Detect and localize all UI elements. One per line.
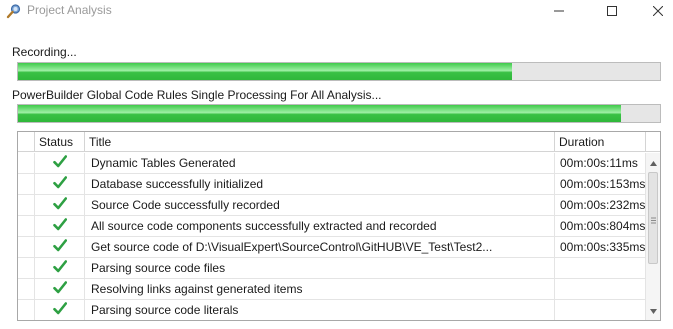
column-header-title[interactable]: Title [84,132,554,152]
table-body: Dynamic Tables Generated 00m:00s:11ms Data… [18,153,645,321]
row-gutter [18,174,34,195]
scrollbar-grip-icon [651,213,656,224]
status-cell [34,195,84,216]
scroll-down-arrow-icon[interactable] [649,305,658,314]
recording-progress-bar [17,62,661,81]
check-icon [52,280,67,300]
scrollbar-thumb[interactable] [648,172,658,264]
table-row[interactable]: Source Code successfully recorded 00m:00s… [18,195,645,216]
row-gutter [18,153,34,174]
maximize-button[interactable] [589,0,635,22]
duration-cell [554,300,645,320]
minimize-button[interactable] [536,0,582,22]
processing-label: PowerBuilder Global Code Rules Single Pr… [12,88,382,102]
vertical-scrollbar[interactable] [645,153,660,320]
row-gutter [18,195,34,216]
column-header-status[interactable]: Status [34,132,84,152]
check-icon [52,259,67,279]
analysis-steps-table: Status Title Duration Dynamic Tables Gen… [17,131,661,321]
check-icon [52,238,67,258]
minimize-icon [554,6,564,16]
title-cell: Parsing source code files [84,258,554,279]
title-cell: Resolving links against generated items [84,279,554,300]
check-icon [52,217,67,237]
table-row[interactable]: All source code components successfully … [18,216,645,237]
duration-cell: 00m:00s:11ms [554,153,645,174]
title-cell: Get source code of D:\VisualExpert\Sourc… [84,237,554,258]
status-cell [34,279,84,300]
header-filler [645,132,660,152]
status-cell [34,174,84,195]
row-gutter [18,258,34,279]
status-cell [34,153,84,174]
row-gutter [18,237,34,258]
check-icon [52,301,67,321]
processing-progress-fill [18,105,621,122]
window-title: Project Analysis [27,3,112,17]
row-gutter [18,216,34,237]
title-cell: Parsing source code literals [84,300,554,320]
duration-cell: 00m:00s:153ms [554,174,645,195]
check-icon [52,154,67,174]
status-cell [34,237,84,258]
duration-cell: 00m:00s:804ms [554,216,645,237]
duration-cell: 00m:00s:232ms [554,195,645,216]
check-icon [52,175,67,195]
duration-cell [554,279,645,300]
table-row[interactable]: Database successfully initialized 00m:00s… [18,174,645,195]
table-row[interactable]: Get source code of D:\VisualExpert\Sourc… [18,237,645,258]
table-row[interactable]: Resolving links against generated items [18,279,645,300]
header-gutter [18,132,34,152]
table-row[interactable]: Parsing source code literals [18,300,645,321]
close-icon [653,6,663,16]
status-cell [34,300,84,321]
table-row[interactable]: Dynamic Tables Generated 00m:00s:11ms [18,153,645,174]
duration-cell: 00m:00s:335ms [554,237,645,258]
title-cell: All source code components successfully … [84,216,554,237]
status-cell [34,258,84,279]
row-gutter [18,279,34,300]
check-icon [52,196,67,216]
status-cell [34,216,84,237]
recording-progress-fill [18,63,512,80]
title-cell: Dynamic Tables Generated [84,153,554,174]
table-header: Status Title Duration [18,132,660,152]
title-bar: Project Analysis [0,0,673,22]
recording-label: Recording... [12,45,77,59]
duration-cell [554,258,645,279]
app-magnifier-icon [6,3,22,19]
row-gutter [18,300,34,320]
table-row[interactable]: Parsing source code files [18,258,645,279]
processing-progress-bar [17,104,661,123]
scroll-up-arrow-icon[interactable] [649,157,658,166]
title-cell: Database successfully initialized [84,174,554,195]
close-button[interactable] [635,0,673,22]
column-header-duration[interactable]: Duration [554,132,645,152]
title-cell: Source Code successfully recorded [84,195,554,216]
maximize-icon [607,6,617,16]
